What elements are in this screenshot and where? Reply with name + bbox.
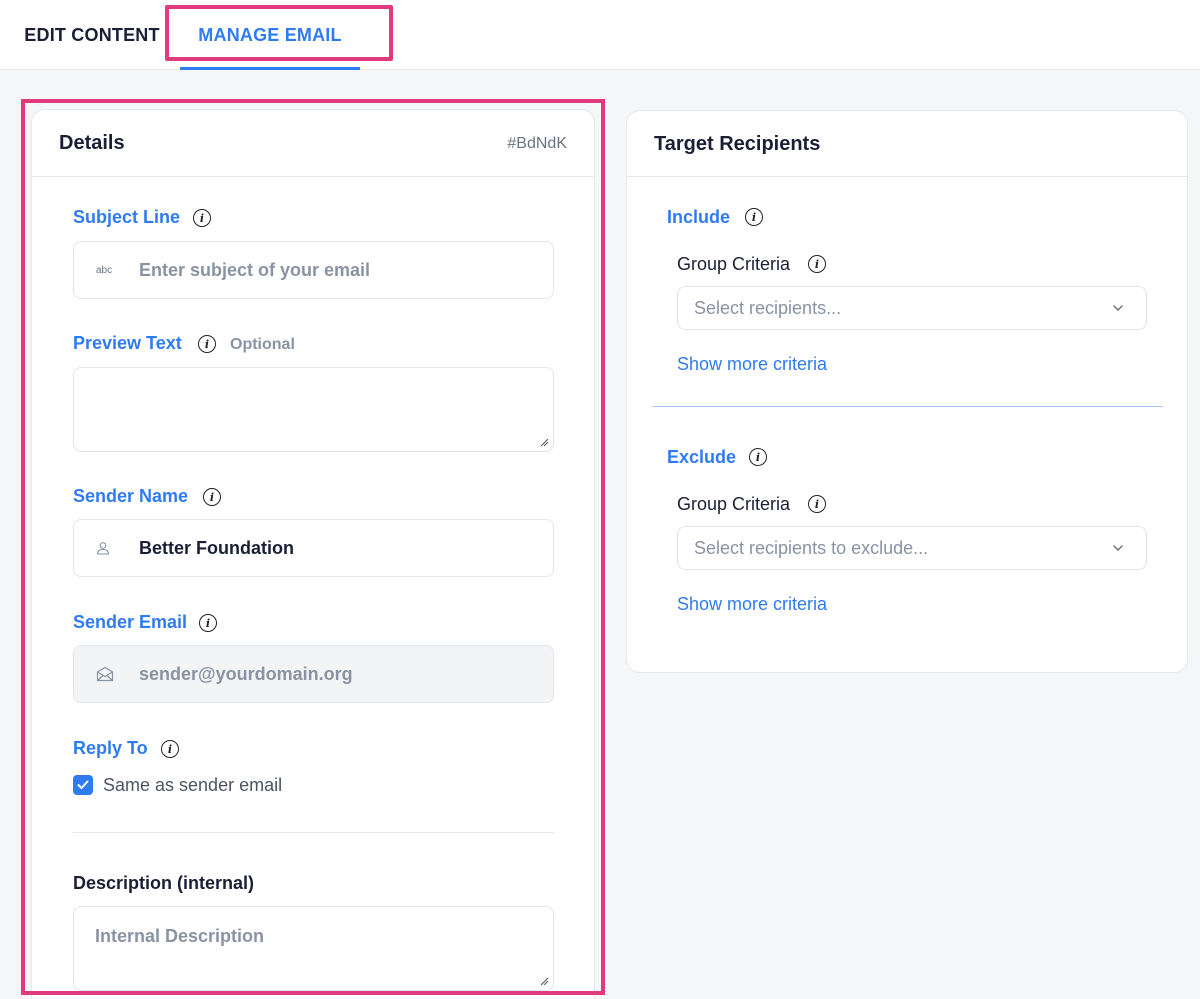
description-label: Description (internal) [73,873,255,893]
subject-placeholder: Enter subject of your email [139,259,371,280]
tab-bar: EDIT CONTENT MANAGE EMAIL [0,0,1200,70]
active-tab-indicator [180,67,360,70]
reply-to-info-icon[interactable]: i [161,740,179,758]
details-card: Details #BdNdK Subject Line i abc Enter … [31,109,595,999]
description-textarea[interactable]: Internal Description [73,906,554,991]
target-recipients-card: Target Recipients Include i Group Criter… [626,110,1188,673]
exclude-group-criteria-label: Group Criteria [677,494,791,514]
include-recipients-select[interactable]: Select recipients... [677,286,1147,330]
include-label: Include [667,207,731,227]
exclude-info-icon[interactable]: i [749,448,767,466]
preview-textarea[interactable] [73,367,554,452]
target-title: Target Recipients [654,133,821,155]
exclude-show-more-link[interactable]: Show more criteria [677,594,827,615]
chevron-down-icon [1113,545,1123,552]
include-show-more-link[interactable]: Show more criteria [677,354,827,375]
resize-handle-icon[interactable] [540,977,549,986]
details-title: Details [59,132,125,154]
target-header: Target Recipients [627,111,1187,177]
sender-name-value: Better Foundation [139,537,294,558]
subject-info-icon[interactable]: i [193,209,211,227]
details-id: #BdNdK [507,135,567,152]
sender-email-value: sender@yourdomain.org [139,663,353,684]
sender-name-label: Sender Name [73,486,189,506]
subject-line-label: Subject Line [73,207,181,227]
sender-email-input[interactable]: sender@yourdomain.org [73,645,554,703]
tab-edit-content[interactable]: EDIT CONTENT [14,0,170,70]
description-placeholder: Internal Description [95,926,265,946]
include-info-icon[interactable]: i [745,208,763,226]
text-abc-icon: abc [96,264,113,276]
sender-name-input[interactable]: Better Foundation [73,519,554,577]
exclude-select-placeholder: Select recipients to exclude... [694,537,929,558]
include-group-info-icon[interactable]: i [808,255,826,273]
tab-manage-email[interactable]: MANAGE EMAIL [180,0,360,70]
subject-input[interactable]: abc Enter subject of your email [73,241,554,299]
envelope-icon [96,646,114,702]
exclude-group-info-icon[interactable]: i [808,495,826,513]
preview-text-label: Preview Text [73,333,182,353]
preview-info-icon[interactable]: i [198,335,216,353]
include-group-criteria-label: Group Criteria [677,254,791,274]
include-exclude-divider [652,406,1163,407]
same-as-sender-checkbox[interactable] [73,775,93,795]
chevron-down-icon [1113,305,1123,312]
sender-email-info-icon[interactable]: i [199,614,217,632]
optional-tag: Optional [230,336,295,353]
same-as-sender-label[interactable]: Same as sender email [103,775,282,796]
section-divider [73,832,554,833]
details-header: Details #BdNdK [32,110,594,177]
sender-name-info-icon[interactable]: i [203,488,221,506]
resize-handle-icon[interactable] [540,438,549,447]
include-select-placeholder: Select recipients... [694,297,842,318]
sender-email-label: Sender Email [73,612,188,632]
reply-to-label: Reply To [73,738,148,758]
check-icon [77,780,89,789]
person-icon [96,520,110,576]
exclude-label: Exclude [667,447,737,467]
exclude-recipients-select[interactable]: Select recipients to exclude... [677,526,1147,570]
